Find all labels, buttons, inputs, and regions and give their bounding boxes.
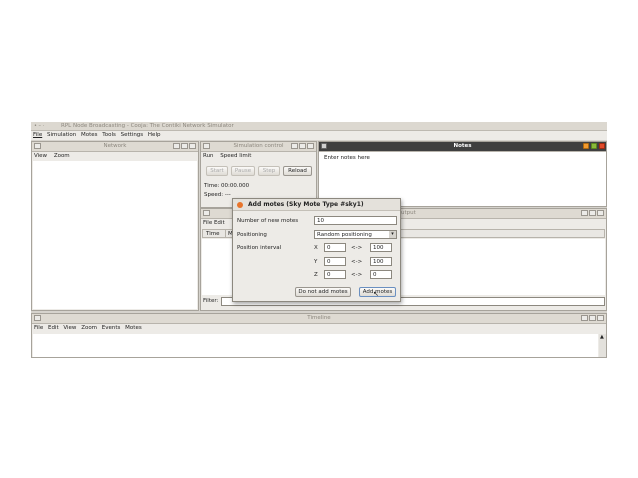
maximize-icon[interactable] <box>591 143 597 149</box>
close-icon[interactable] <box>599 143 605 149</box>
network-menu-zoom[interactable]: Zoom <box>54 153 70 159</box>
maximize-icon[interactable] <box>589 315 596 321</box>
pause-button[interactable]: Pause <box>231 166 255 176</box>
dialog-titlebar[interactable]: Add motes (Sky Mote Type #sky1) <box>233 199 400 211</box>
dialog-title: Add motes (Sky Mote Type #sky1) <box>248 201 364 208</box>
do-not-add-button[interactable]: Do not add motes <box>295 287 351 297</box>
z-min-input[interactable]: 0 <box>324 270 346 279</box>
app-menu-bar: File Simulation Motes Tools Settings Hel… <box>31 131 607 140</box>
timeline-menu-zoom[interactable]: Zoom <box>81 325 97 331</box>
timeline-menu-events[interactable]: Events <box>102 325 121 331</box>
timeline-title: Timeline <box>307 315 331 321</box>
position-interval-label: Position interval <box>237 245 282 251</box>
x-max-input[interactable]: 100 <box>370 243 392 252</box>
start-button[interactable]: Start <box>206 166 228 176</box>
col-time[interactable]: Time <box>206 230 219 238</box>
minimize-icon[interactable] <box>291 143 298 149</box>
y-label: Y <box>314 259 318 265</box>
scroll-up-icon[interactable]: ▲ <box>600 334 604 340</box>
x-label: X <box>314 245 318 251</box>
sim-control-titlebar[interactable]: Simulation control <box>201 142 316 152</box>
close-icon[interactable] <box>597 315 604 321</box>
add-motes-dialog: Add motes (Sky Mote Type #sky1) Number o… <box>232 198 401 302</box>
maximize-icon[interactable] <box>589 210 596 216</box>
sim-menu-speed-limit[interactable]: Speed limit <box>220 153 251 159</box>
menu-file[interactable]: File <box>33 132 42 138</box>
y-max-input[interactable]: 100 <box>370 257 392 266</box>
mote-output-title: utput <box>401 210 416 216</box>
timeline-menu-motes[interactable]: Motes <box>125 325 142 331</box>
window-menu-icon[interactable] <box>203 210 210 216</box>
network-window: Network View Zoom <box>31 141 199 311</box>
timeline-menu-file[interactable]: File <box>34 325 43 331</box>
sim-time: Time: 00:00.000 <box>204 183 250 189</box>
menu-motes[interactable]: Motes <box>81 132 98 138</box>
timeline-menu: File Edit View Zoom Events Motes <box>32 324 606 333</box>
notes-text[interactable]: Enter notes here <box>324 155 370 161</box>
menu-tools[interactable]: Tools <box>102 132 116 138</box>
y-min-input[interactable]: 0 <box>324 257 346 266</box>
minimize-icon[interactable] <box>581 315 588 321</box>
notes-title: Notes <box>453 143 472 149</box>
timeline-canvas[interactable] <box>33 334 598 357</box>
sim-menu-run[interactable]: Run <box>203 153 214 159</box>
maximize-icon[interactable] <box>181 143 188 149</box>
menu-settings[interactable]: Settings <box>121 132 144 138</box>
close-icon[interactable] <box>307 143 314 149</box>
num-motes-input[interactable]: 10 <box>314 216 397 225</box>
window-menu-icon[interactable] <box>203 143 210 149</box>
filter-label: Filter: <box>203 298 219 304</box>
minimize-icon[interactable] <box>173 143 180 149</box>
timeline-window: Timeline File Edit View Zoom Events Mote… <box>31 313 607 358</box>
x-min-input[interactable]: 0 <box>324 243 346 252</box>
menu-simulation[interactable]: Simulation <box>47 132 76 138</box>
sim-speed: Speed: --- <box>204 192 231 198</box>
network-title: Network <box>103 143 127 149</box>
app-title-bar: • – · RPL Node Broadcasting - Cooja: The… <box>31 122 607 131</box>
network-titlebar[interactable]: Network <box>32 142 198 152</box>
step-button[interactable]: Step <box>258 166 280 176</box>
chevron-down-icon: ▾ <box>389 231 396 238</box>
sim-control-menu: Run Speed limit <box>201 152 316 161</box>
network-canvas[interactable] <box>33 161 197 309</box>
window-menu-icon[interactable] <box>34 143 41 149</box>
app-title: RPL Node Broadcasting - Cooja: The Conti… <box>61 123 234 129</box>
timeline-menu-edit[interactable]: Edit <box>48 325 59 331</box>
z-max-input[interactable]: 0 <box>370 270 392 279</box>
timeline-scrollbar[interactable]: ▲ <box>599 334 606 357</box>
minimize-icon[interactable] <box>583 143 589 149</box>
notes-titlebar[interactable]: Notes <box>319 142 606 152</box>
minimize-icon[interactable] <box>581 210 588 216</box>
mouse-cursor-icon: ↖ <box>373 290 379 298</box>
timeline-menu-view[interactable]: View <box>63 325 76 331</box>
menu-help[interactable]: Help <box>148 132 161 138</box>
z-arrow: <-> <box>351 272 363 278</box>
dialog-close-icon[interactable] <box>237 202 243 208</box>
z-label: Z <box>314 272 318 278</box>
timeline-titlebar[interactable]: Timeline <box>32 314 606 324</box>
mote-output-menu-items[interactable]: File Edit <box>203 220 225 226</box>
positioning-select[interactable]: Random positioning ▾ <box>314 230 397 239</box>
window-menu-icon[interactable] <box>34 315 41 321</box>
num-motes-label: Number of new motes <box>237 218 299 224</box>
maximize-icon[interactable] <box>299 143 306 149</box>
reload-button[interactable]: Reload <box>283 166 312 176</box>
close-icon[interactable] <box>597 210 604 216</box>
close-icon[interactable] <box>189 143 196 149</box>
network-menu-view[interactable]: View <box>34 153 47 159</box>
y-arrow: <-> <box>351 259 363 265</box>
positioning-value: Random positioning <box>317 232 372 238</box>
sim-control-title: Simulation control <box>233 143 284 149</box>
window-controls[interactable]: • – · <box>34 123 44 129</box>
network-menu: View Zoom <box>32 152 198 161</box>
positioning-label: Positioning <box>237 232 267 238</box>
window-menu-icon[interactable] <box>321 143 327 149</box>
x-arrow: <-> <box>351 245 363 251</box>
